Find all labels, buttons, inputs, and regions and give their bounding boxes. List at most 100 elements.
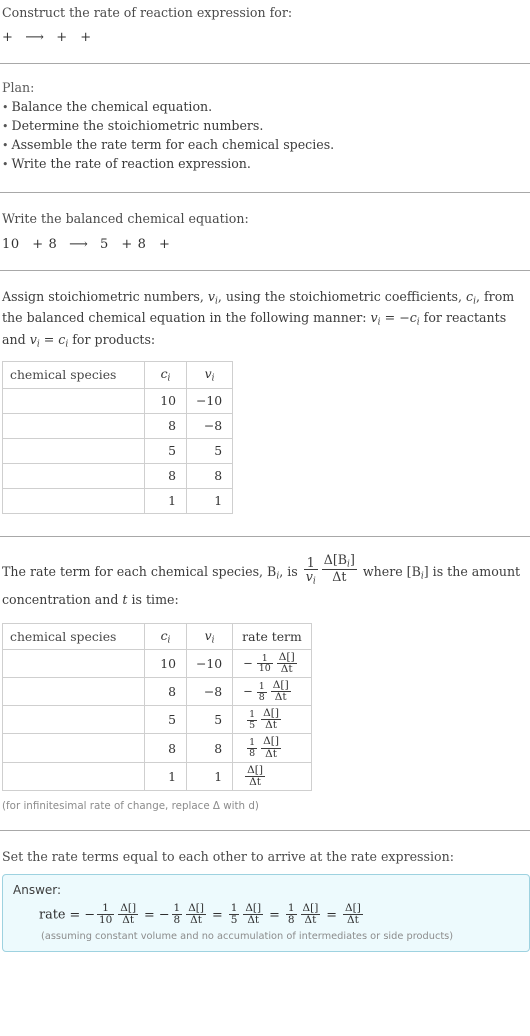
column-header-v-symbol: v [204, 627, 212, 643]
cell-v: −8 [185, 677, 234, 707]
symbol-nu: v [207, 289, 215, 305]
input-equation: + ⟶ + + [2, 21, 528, 45]
delta-fraction: Δ[] Δt [270, 679, 291, 703]
rate-term-sign: − [243, 656, 253, 671]
cell-v: 1 [185, 761, 234, 791]
cell-species [2, 761, 145, 791]
fraction-numerator: Δ[] [272, 679, 289, 692]
coefficient-fraction: 18 [247, 737, 258, 759]
term-sign: − [84, 907, 95, 923]
fraction-numerator: 1 [261, 652, 268, 664]
answer-box: Answer: rate = −1 10 Δ[] Δt = −1 8 Δ[] Δt = 1 5 Δ[] Δt =… [2, 874, 530, 953]
balanced-equation-section: Write the balanced chemical equation: 10… [0, 209, 530, 253]
column-header-v: vi [185, 622, 234, 650]
rate-term-expression: Δ[] Δt [243, 764, 267, 787]
fraction-denominator: Δt [261, 747, 282, 760]
cell-v: 5 [185, 437, 234, 464]
fraction-numerator: Δ[] [120, 902, 137, 915]
fraction-numerator: 1 [102, 902, 109, 915]
fraction-denominator: 8 [171, 914, 183, 927]
fraction-denominator-sub: i [312, 576, 316, 587]
fraction-denominator: Δt [321, 569, 357, 584]
equals-sign: = [211, 907, 223, 923]
fraction-denominator: 10 [256, 663, 273, 675]
fraction-denominator: vi [303, 569, 318, 587]
fraction-denominator: 5 [247, 719, 258, 731]
inline-fraction-one-over-nu: 1 vi [303, 555, 318, 587]
fraction-numerator: Δ[] [247, 763, 264, 776]
cell-species [2, 648, 145, 679]
plus-sign-2: + [121, 237, 133, 253]
fraction-numerator: Δ[] [263, 707, 280, 720]
cell-v: 5 [185, 705, 234, 735]
column-header-species: chemical species [2, 361, 145, 389]
table-row: 8 −8 −1 8 Δ[] Δt [2, 677, 312, 707]
fraction-numerator: Δ[] [345, 902, 361, 915]
product-1-coefficient: 5 [100, 237, 109, 253]
rate-term-section: The rate term for each chemical species,… [0, 552, 530, 812]
fraction-denominator: Δt [245, 775, 266, 788]
rate-term-text-2: , is [279, 563, 302, 579]
relation-nu-product-sub: i [36, 339, 40, 350]
rate-term-expression: 1 5 Δ[] Δt [243, 708, 283, 731]
answer-assumption-note: (assuming constant volume and no accumul… [41, 931, 454, 943]
rate-label: rate [39, 907, 66, 923]
stoich-text-2: , using the stoichiometric coefficients, [217, 289, 467, 305]
relation-nu-reactant: v [370, 310, 378, 326]
table-header-row: chemical species ci vi rate term [2, 622, 312, 650]
table-row: 1 1 Δ[] Δt [2, 761, 312, 791]
fraction-denominator: Δt [118, 914, 139, 926]
stoich-text-5: for products: [68, 331, 156, 347]
cell-species [2, 437, 145, 464]
fraction-numerator: 1 [306, 555, 315, 571]
cell-c: 10 [144, 648, 187, 679]
delta-fraction: Δ[] Δt [276, 650, 297, 675]
rate-expression: rate = −1 10 Δ[] Δt = −1 8 Δ[] Δt = 1 5 Δ[] Δt = 1 8 Δ[] Δt =… [13, 903, 519, 926]
fraction-numerator: Δ[] [278, 650, 295, 663]
cell-species [2, 487, 145, 514]
fraction-denominator-symbol: v [305, 569, 313, 585]
coefficient-fraction: 18 [171, 902, 183, 927]
fraction-numerator: Δ[] [263, 735, 280, 748]
table-row: 8 8 [2, 462, 234, 489]
column-header-v: vi [185, 361, 234, 389]
column-header-c: ci [144, 622, 187, 650]
fraction-numerator: 1 [173, 902, 181, 915]
cell-rate-term: −1 10 Δ[] Δt [232, 648, 312, 679]
input-plus-2: + [56, 30, 68, 45]
cell-c: 5 [144, 437, 187, 464]
equals-sign: = [144, 907, 155, 923]
rate-term-sign: − [243, 684, 253, 699]
prompt-section: Construct the rate of reaction expressio… [0, 0, 530, 45]
fraction-denominator: 5 [228, 914, 240, 927]
fraction-numerator: 1 [249, 737, 256, 749]
rate-term-text-3: where [B [358, 563, 421, 579]
equals-sign: = [269, 907, 280, 923]
delta-fraction: Δ[] Δt [186, 903, 206, 926]
cell-species [2, 462, 145, 489]
cell-rate-term: −1 8 Δ[] Δt [232, 677, 312, 707]
reactant-2-coefficient: 8 [48, 237, 58, 253]
column-header-v-sub: i [211, 373, 215, 384]
fraction-denominator: 8 [247, 748, 258, 759]
term-sign: − [158, 907, 170, 923]
reaction-arrow: ⟶ [69, 237, 89, 253]
table-row: 10 −10 −1 10 Δ[] Δt [2, 648, 312, 679]
stoich-paragraph: Assign stoichiometric numbers, vi, using… [2, 289, 515, 350]
fraction-denominator: Δt [261, 719, 282, 731]
rate-term-sign [243, 741, 245, 755]
cell-v: 8 [185, 733, 234, 763]
rate-term-text-1: The rate term for each chemical species, [2, 563, 268, 579]
bullet-icon: • [2, 101, 9, 114]
plan-item-label: Determine the stoichiometric numbers. [11, 117, 264, 133]
fraction-denominator: 10 [96, 914, 115, 927]
fraction-numerator: 1 [258, 680, 265, 692]
column-header-rate-term: rate term [232, 622, 312, 650]
input-plus-3: + [80, 30, 92, 45]
cell-c: 1 [144, 761, 187, 791]
fraction-denominator: 8 [285, 914, 297, 927]
plan-item: • Balance the chemical equation. [2, 98, 528, 117]
cell-species [2, 733, 145, 763]
cell-c: 5 [144, 705, 187, 735]
cell-c: 1 [144, 487, 187, 514]
